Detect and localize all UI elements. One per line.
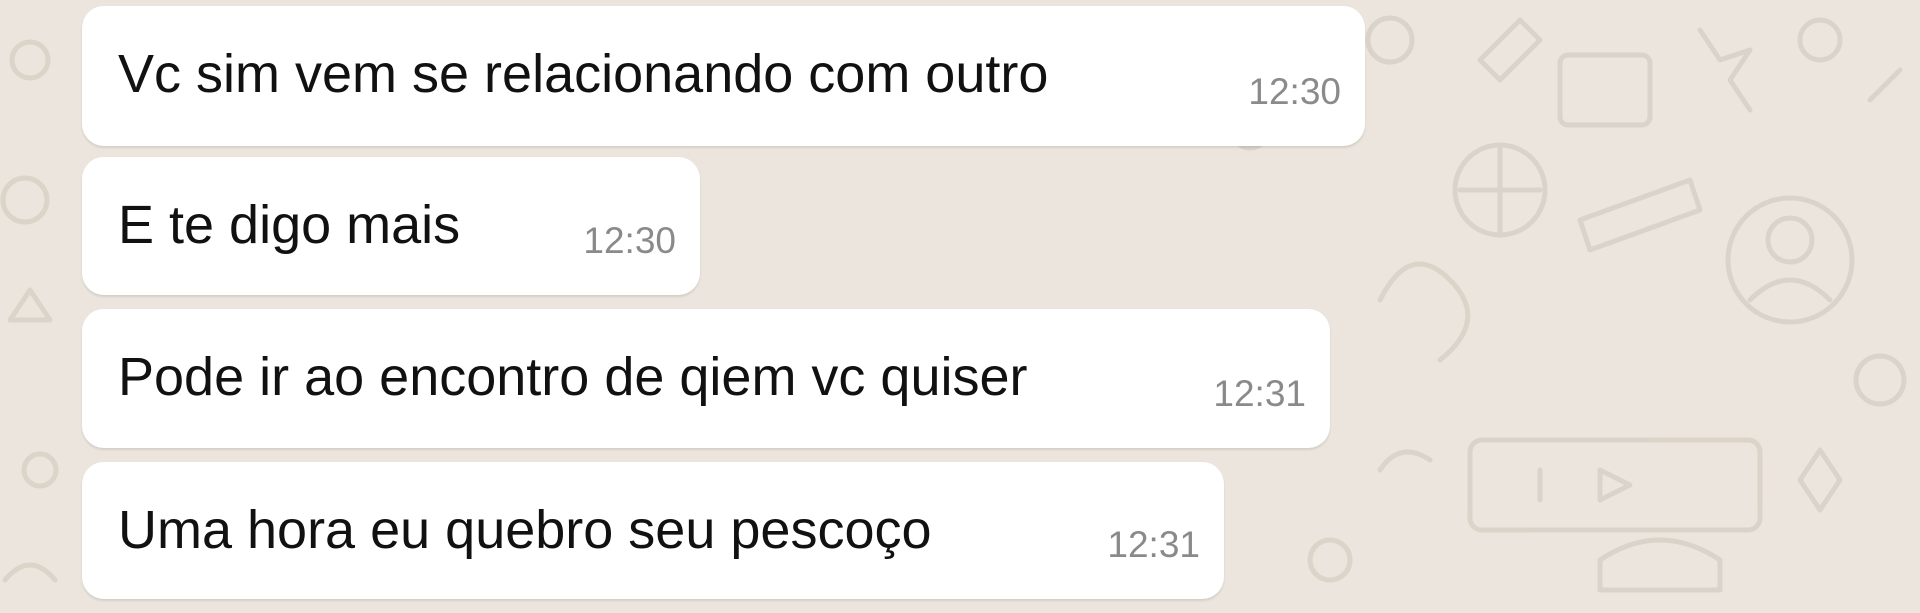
message-timestamp: 12:31 — [1213, 373, 1306, 414]
incoming-message-bubble[interactable]: E te digo mais 12:30 — [82, 157, 700, 295]
incoming-message-bubble[interactable]: Pode ir ao encontro de qiem vc quiser 12… — [82, 309, 1330, 448]
message-timestamp: 12:31 — [1107, 524, 1200, 565]
message-text: Pode ir ao encontro de qiem vc quiser — [118, 347, 1028, 407]
message-text: E te digo mais — [118, 195, 461, 255]
incoming-message-bubble[interactable]: Vc sim vem se relacionando com outro 12:… — [82, 6, 1365, 146]
message-text: Uma hora eu quebro seu pescoço — [118, 500, 932, 560]
incoming-message-bubble[interactable]: Uma hora eu quebro seu pescoço 12:31 — [82, 462, 1224, 599]
conversation-area: Vc sim vem se relacionando com outro 12:… — [0, 0, 1920, 613]
message-timestamp: 12:30 — [583, 220, 676, 261]
message-timestamp: 12:30 — [1248, 71, 1341, 112]
message-text: Vc sim vem se relacionando com outro — [118, 44, 1049, 104]
